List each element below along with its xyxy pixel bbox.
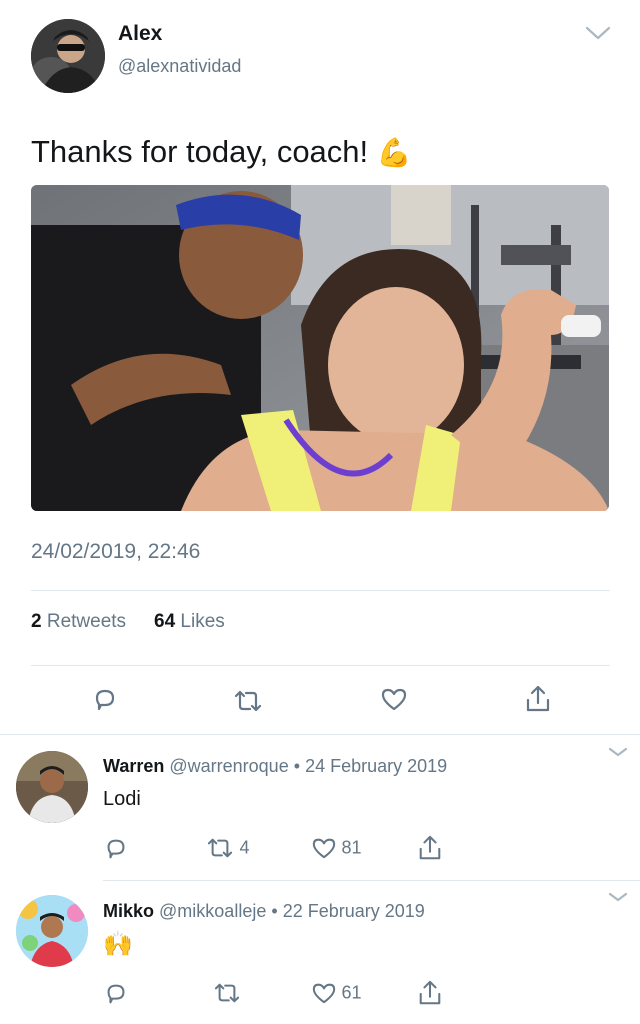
reply-date[interactable]: 24 February 2019 [305, 756, 447, 776]
flexed-biceps-emoji: 💪 [376, 137, 412, 168]
chevron-down-icon[interactable] [584, 24, 612, 42]
like-action[interactable]: 81 [311, 836, 361, 860]
likes-stat[interactable]: 64 Likes [154, 611, 225, 633]
reply-avatar[interactable] [16, 895, 88, 967]
divider [31, 665, 610, 666]
share-icon[interactable] [417, 834, 443, 862]
divider [103, 880, 640, 881]
retweet-icon[interactable] [232, 688, 264, 714]
tweet-text-body: Thanks for today, coach! [31, 134, 377, 169]
like-count: 61 [341, 982, 362, 1003]
reply-header: Mikko @mikkoalleje • 22 February 2019 [103, 901, 425, 922]
author-avatar[interactable] [31, 19, 105, 93]
like-count: 81 [341, 837, 362, 858]
reply-date[interactable]: 22 February 2019 [283, 901, 425, 921]
heart-icon[interactable] [380, 686, 408, 712]
author-handle[interactable]: @alexnatividad [118, 56, 241, 77]
tweet-photo[interactable] [31, 185, 609, 511]
share-icon[interactable] [417, 979, 443, 1007]
reply-separator: • [293, 756, 301, 776]
retweets-count: 2 [31, 611, 42, 632]
reply-author-name[interactable]: Warren [103, 756, 164, 776]
chevron-down-icon[interactable] [607, 745, 629, 759]
reply-icon[interactable] [91, 686, 119, 714]
reply-author-name[interactable]: Mikko [103, 901, 154, 921]
divider [31, 590, 610, 591]
share-icon[interactable] [524, 684, 552, 714]
reply-text: 🙌 [103, 931, 133, 958]
likes-label: Likes [180, 611, 225, 632]
reply-author-handle[interactable]: @mikkoalleje [159, 901, 266, 921]
reply-avatar[interactable] [16, 751, 88, 823]
retweet-icon [214, 983, 240, 1003]
author-name[interactable]: Alex [118, 22, 162, 46]
heart-icon [312, 838, 336, 859]
retweet-action[interactable]: 4 [205, 836, 249, 860]
retweets-stat[interactable]: 2 Retweets [31, 611, 126, 633]
heart-icon [312, 983, 336, 1004]
divider [0, 734, 640, 735]
retweet-count: 4 [239, 837, 250, 858]
reply-icon[interactable] [103, 981, 129, 1007]
retweets-label: Retweets [46, 611, 127, 632]
reply-separator: • [271, 901, 278, 921]
retweet-action[interactable] [212, 981, 242, 1005]
tweet-text: Thanks for today, coach! 💪 [31, 134, 412, 170]
reply-author-handle[interactable]: @warrenroque [169, 756, 288, 776]
reply-header: Warren @warrenroque • 24 February 2019 [103, 756, 447, 777]
chevron-down-icon[interactable] [607, 890, 629, 904]
tweet-timestamp: 24/02/2019, 22:46 [31, 540, 201, 563]
retweet-icon [207, 838, 233, 858]
likes-count: 64 [154, 611, 176, 632]
like-action[interactable]: 61 [311, 981, 361, 1005]
reply-text: Lodi [103, 788, 141, 810]
reply-icon[interactable] [103, 836, 129, 862]
